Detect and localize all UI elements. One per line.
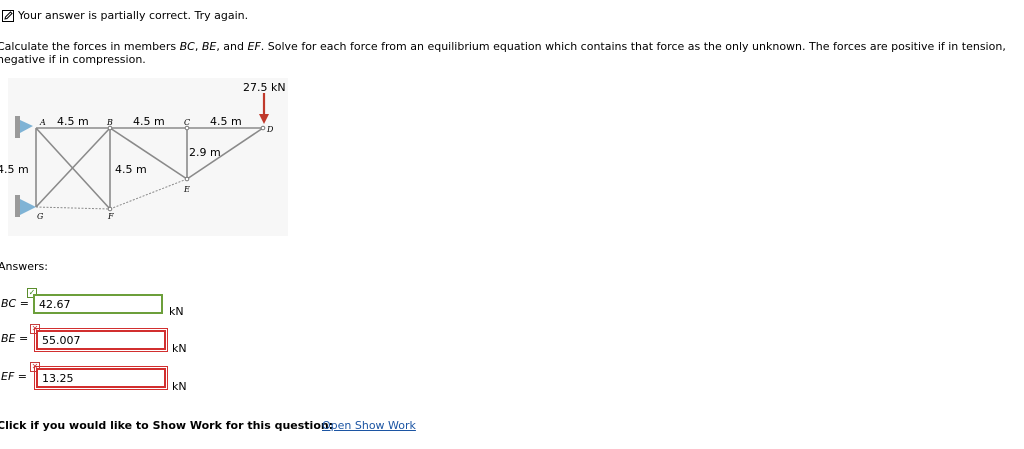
dim-ab-label: 4.5 m — [57, 115, 89, 128]
show-work-prompt: Click if you would like to Show Work for… — [0, 419, 334, 432]
node-g-label: G — [37, 212, 44, 221]
status-message: Your answer is partially correct. Try ag… — [18, 9, 249, 22]
answer-input-be[interactable] — [34, 328, 168, 352]
dim-cd-label: 4.5 m — [210, 115, 242, 128]
question-text: Calculate the forces in members BC, BE, … — [0, 40, 1006, 66]
unit-bc: kN — [169, 305, 184, 318]
answers-label: Answers: — [0, 260, 48, 273]
dim-ce-label: 2.9 m — [189, 146, 221, 159]
truss-figure: 27.5 kN 4.5 m 4.5 m 4.5 m 2.9 m 4.5 m 4.… — [0, 78, 300, 238]
unit-be: kN — [172, 342, 187, 355]
node-f-label: F — [108, 212, 114, 221]
status-line: Your answer is partially correct. Try ag… — [2, 9, 248, 22]
wall-support-top — [15, 116, 20, 138]
dim-bf-label: 4.5 m — [115, 163, 147, 176]
node-b-label: B — [107, 118, 113, 127]
answer-label-bc: BC = — [1, 297, 29, 310]
unit-ef: kN — [172, 380, 187, 393]
answer-label-ef: EF = — [1, 370, 27, 383]
dim-bc-label: 4.5 m — [133, 115, 165, 128]
answer-input-ef[interactable] — [34, 366, 168, 390]
node-e-label: E — [184, 185, 190, 194]
answer-label-be: BE = — [1, 332, 29, 345]
node-c-label: C — [184, 118, 191, 127]
node-a-label: A — [40, 118, 46, 127]
node-d-label: D — [267, 125, 274, 134]
truss-drawing — [8, 78, 288, 236]
answer-input-bc[interactable] — [33, 294, 163, 314]
wall-support-bottom — [15, 195, 20, 217]
pencil-icon — [2, 9, 14, 22]
open-show-work-link[interactable]: Open Show Work — [322, 419, 416, 432]
dim-ag-label: 4.5 m — [0, 163, 29, 176]
load-label: 27.5 kN — [243, 81, 286, 94]
